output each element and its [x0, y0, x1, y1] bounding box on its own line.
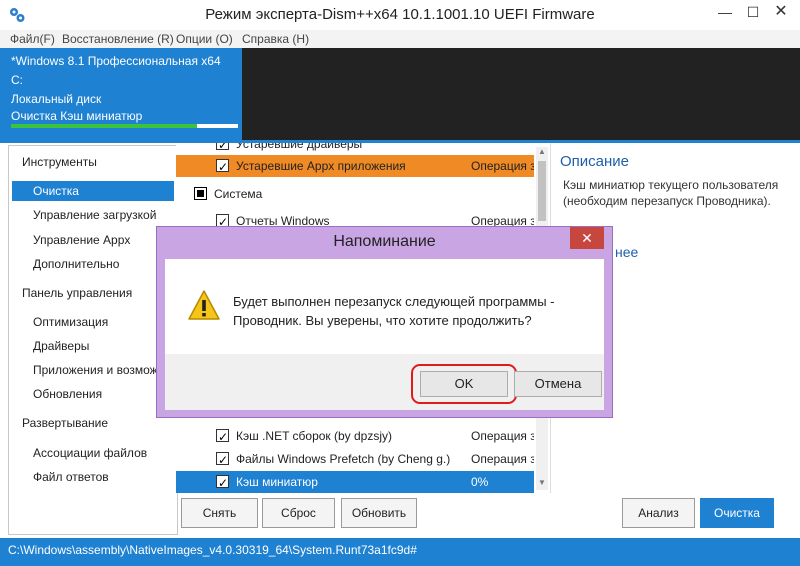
list-item-selected[interactable]: Кэш миниатюр 0%	[176, 471, 534, 493]
menu-help[interactable]: Справка (H)	[242, 32, 309, 46]
checkbox[interactable]	[216, 143, 229, 155]
analyze-button[interactable]: Анализ	[622, 498, 695, 528]
description-subheading: нее	[615, 244, 639, 260]
window-title: Режим эксперта-Dism++x64 10.1.1001.10 UE…	[205, 6, 595, 23]
checkbox[interactable]	[216, 426, 229, 447]
list-item[interactable]: Устаревшие Appx приложения Операция за	[176, 155, 534, 177]
scroll-thumb[interactable]	[538, 161, 546, 221]
menu-file[interactable]: Файл(F)	[10, 32, 55, 46]
sidebar-item-cleanup[interactable]: Очистка	[12, 181, 174, 201]
menu-options[interactable]: Опции (O)	[176, 32, 233, 46]
confirm-dialog: Напоминание ✕ Будет выполнен перезапуск …	[156, 226, 613, 418]
ok-button[interactable]: OK	[420, 371, 508, 397]
current-task: Очистка Кэш миниатюр	[11, 109, 143, 123]
sidebar-item-drivers[interactable]: Драйверы	[12, 336, 174, 356]
sidebar-section-control-panel: Панель управления	[22, 286, 133, 300]
dialog-footer: OK Отмена	[165, 354, 604, 410]
sidebar-item-updates[interactable]: Обновления	[12, 384, 174, 404]
group-header[interactable]: Система	[176, 183, 534, 205]
warning-icon	[188, 290, 220, 320]
os-name: *Windows 8.1 Профессиональная x64	[11, 54, 221, 68]
sidebar-item-optimization[interactable]: Оптимизация	[12, 312, 174, 332]
image-area	[242, 48, 800, 140]
status-bar: C:\Windows\assembly\NativeImages_v4.0.30…	[0, 538, 800, 566]
checkbox[interactable]	[216, 472, 229, 493]
dialog-close-button[interactable]: ✕	[570, 227, 604, 249]
list-item[interactable]: Кэш .NET сборок (by dpzsjy) Операция за	[176, 425, 534, 447]
dialog-body: Будет выполнен перезапуск следующей прог…	[165, 259, 604, 354]
sidebar-item-file-associations[interactable]: Ассоциации файлов	[12, 443, 174, 463]
list-item[interactable]: Устаревшие драйверы	[176, 143, 534, 155]
scroll-up-icon[interactable]: ▲	[536, 147, 548, 159]
menu-bar: Файл(F) Восстановление (R) Опции (O) Спр…	[0, 30, 800, 48]
sidebar-item-appx[interactable]: Управление Appx	[12, 230, 174, 250]
remove-button[interactable]: Снять	[181, 498, 258, 528]
menu-recovery[interactable]: Восстановление (R)	[62, 32, 174, 46]
sidebar-section-tools: Инструменты	[22, 155, 97, 169]
reset-button[interactable]: Сброс	[262, 498, 335, 528]
maximize-button[interactable]: ☐	[740, 2, 766, 22]
clean-button[interactable]: Очистка	[700, 498, 774, 528]
sidebar-item-advanced[interactable]: Дополнительно	[12, 254, 174, 274]
dialog-title: Напоминание	[333, 233, 436, 250]
group-checkbox[interactable]	[194, 187, 207, 200]
disk-type: Локальный диск	[11, 92, 102, 106]
cancel-button[interactable]: Отмена	[514, 371, 602, 397]
sidebar-item-answer-file[interactable]: Файл ответов	[12, 467, 174, 487]
progress-bar	[11, 124, 238, 128]
status-path: C:\Windows\assembly\NativeImages_v4.0.30…	[8, 543, 417, 557]
minimize-button[interactable]: —	[712, 2, 738, 22]
checkbox[interactable]	[216, 449, 229, 470]
checkbox[interactable]	[216, 156, 229, 177]
description-title: Описание	[560, 153, 630, 170]
sidebar-section-deployment: Развертывание	[22, 416, 109, 430]
close-window-button[interactable]: ✕	[768, 2, 794, 22]
image-info-panel[interactable]: *Windows 8.1 Профессиональная x64 C: Лок…	[0, 48, 242, 140]
dialog-message: Будет выполнен перезапуск следующей прог…	[233, 294, 555, 328]
description-text: Кэш миниатюр текущего пользователя (необ…	[563, 178, 779, 208]
sidebar-item-apps[interactable]: Приложения и возмож	[12, 360, 174, 380]
progress-fill	[11, 124, 198, 128]
title-bar: Режим эксперта-Dism++x64 10.1.1001.10 UE…	[0, 0, 800, 31]
sidebar: Инструменты Очистка Управление загрузкой…	[8, 145, 178, 535]
list-item[interactable]: Файлы Windows Prefetch (by Cheng g.) Опе…	[176, 448, 534, 470]
sidebar-item-boot[interactable]: Управление загрузкой	[12, 205, 174, 225]
scroll-down-icon[interactable]: ▼	[536, 478, 548, 490]
refresh-button[interactable]: Обновить	[341, 498, 417, 528]
drive-letter: C:	[11, 73, 23, 87]
